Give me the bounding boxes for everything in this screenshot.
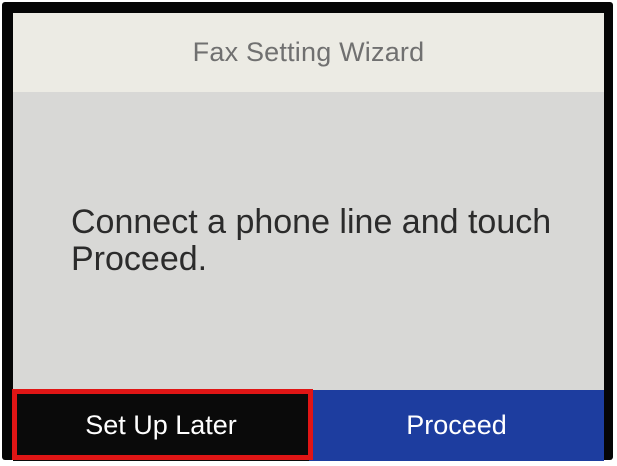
set-up-later-label: Set Up Later	[85, 410, 237, 440]
set-up-later-button[interactable]: Set Up Later	[13, 390, 309, 461]
instruction-message: Connect a phone line and touch Proceed.	[71, 203, 552, 278]
proceed-button[interactable]: Proceed	[309, 390, 604, 461]
page-title: Fax Setting Wizard	[192, 37, 425, 67]
proceed-label: Proceed	[406, 410, 507, 440]
lcd-screen: Fax Setting Wizard Connect a phone line …	[13, 13, 604, 461]
button-bar: Set Up Later Proceed	[13, 390, 604, 461]
title-bar: Fax Setting Wizard	[13, 13, 604, 92]
